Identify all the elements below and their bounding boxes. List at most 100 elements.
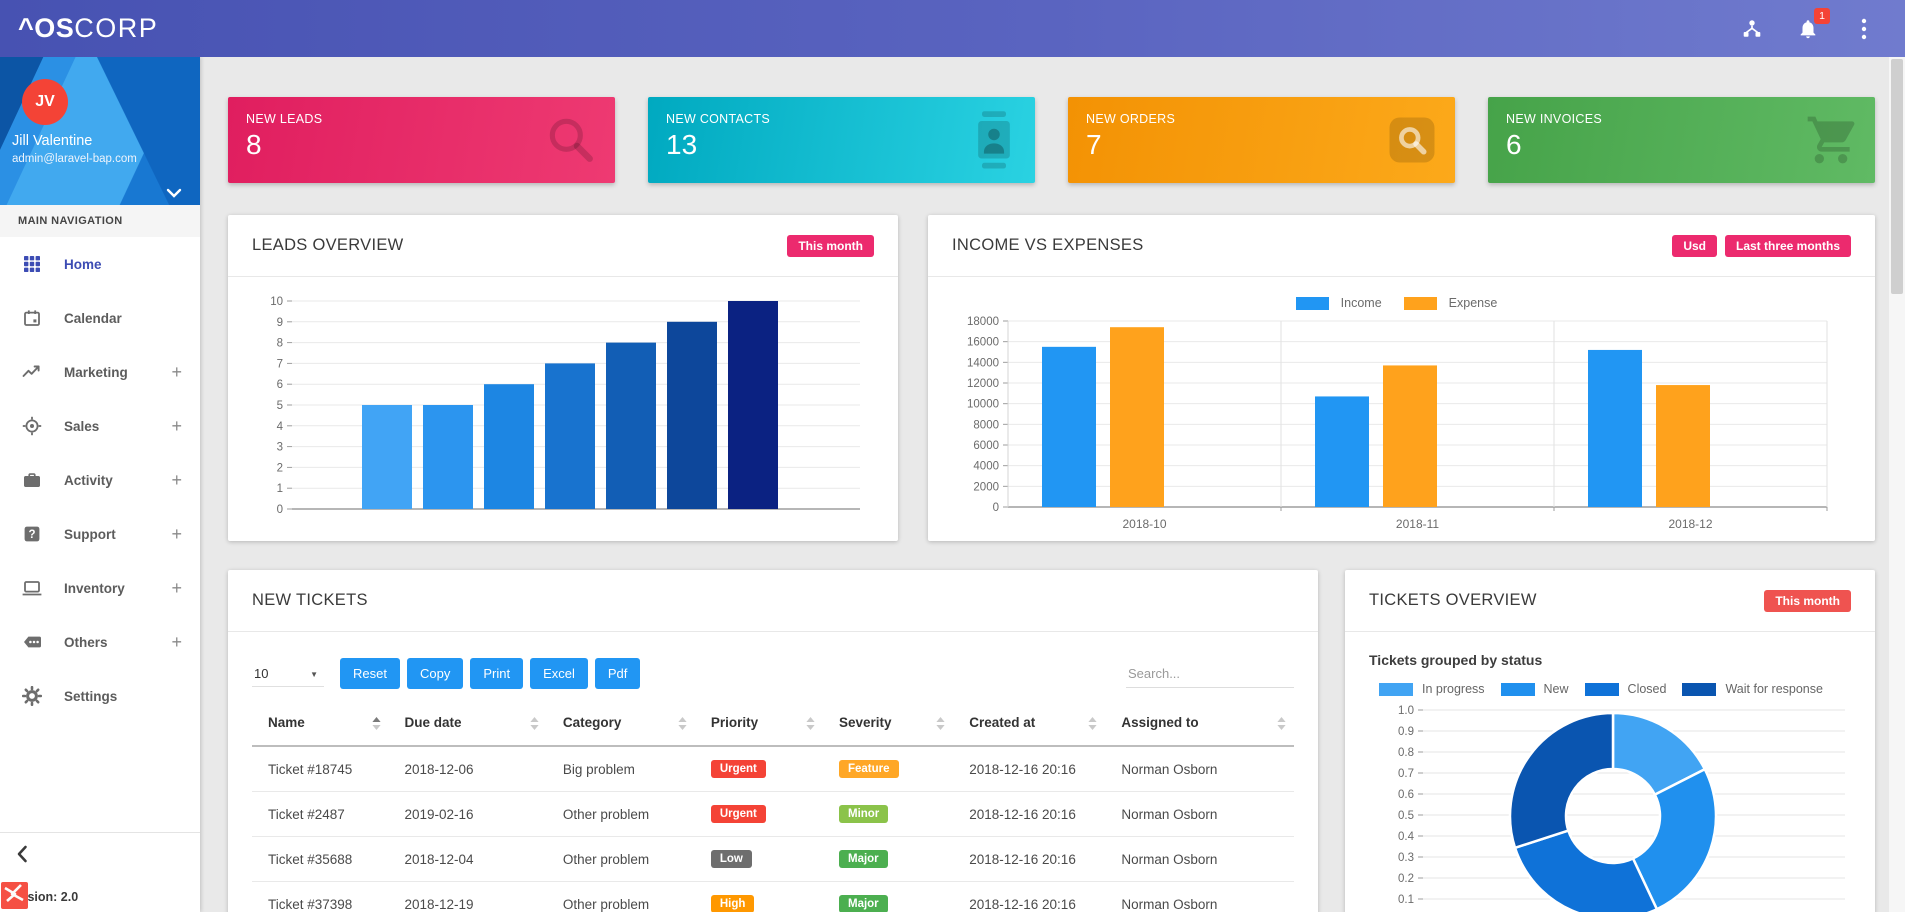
legend-swatch bbox=[1295, 296, 1329, 310]
severity-badge: Major bbox=[838, 850, 888, 868]
table-row[interactable]: Ticket #2487 2019-02-16 Other problem Urgen… bbox=[252, 791, 1294, 837]
priority-badge: High bbox=[710, 895, 755, 912]
column-header-due-date[interactable]: Due date bbox=[388, 705, 547, 747]
plus-icon: + bbox=[171, 631, 182, 652]
tickets-overview-panel: TICKETS OVERVIEW This month Tickets grou… bbox=[1345, 570, 1875, 912]
panel-body: Tickets grouped by status In progress New… bbox=[1345, 632, 1875, 912]
table-row[interactable]: Ticket #37398 2018-12-19 Other problem High… bbox=[252, 881, 1294, 912]
column-label: Priority bbox=[710, 715, 759, 730]
print-button[interactable]: Print bbox=[470, 658, 524, 689]
trending-up-icon bbox=[20, 360, 44, 384]
plus-icon: + bbox=[171, 361, 182, 382]
sidebar-item-label: Activity bbox=[64, 472, 113, 488]
svg-text:0: 0 bbox=[993, 502, 999, 514]
copy-button[interactable]: Copy bbox=[406, 658, 464, 689]
svg-text:2018-10: 2018-10 bbox=[1122, 517, 1166, 531]
severity-badge: Minor bbox=[838, 805, 889, 823]
nav-section-label: MAIN NAVIGATION bbox=[0, 205, 200, 237]
search-input[interactable] bbox=[1126, 659, 1294, 688]
column-header-category[interactable]: Category bbox=[546, 705, 695, 747]
table-row[interactable]: Ticket #35688 2018-12-04 Other problem Low M… bbox=[252, 836, 1294, 882]
sidebar-item-marketing[interactable]: Marketing + bbox=[0, 345, 200, 399]
usd-badge[interactable]: Usd bbox=[1672, 234, 1717, 257]
stat-card-new-contacts[interactable]: NEW CONTACTS 13 bbox=[648, 97, 1035, 183]
this-month-badge[interactable]: This month bbox=[1764, 589, 1851, 612]
notification-badge: 1 bbox=[1814, 7, 1830, 24]
stat-card-new-orders[interactable]: NEW ORDERS 7 bbox=[1068, 97, 1455, 183]
stat-card-new-invoices[interactable]: NEW INVOICES 6 bbox=[1488, 97, 1875, 183]
svg-text:2018-11: 2018-11 bbox=[1396, 517, 1439, 531]
stat-card-new-leads[interactable]: NEW LEADS 8 bbox=[228, 97, 615, 183]
svg-text:0.4: 0.4 bbox=[1398, 831, 1415, 843]
stat-card-value: 13 bbox=[666, 129, 698, 160]
collapse-sidebar-icon[interactable] bbox=[16, 845, 32, 863]
donut-chart-legend: In progress New Closed Wait for response bbox=[1379, 682, 1851, 696]
sidebar-item-settings[interactable]: Settings bbox=[0, 669, 200, 723]
export-buttons: Reset Copy Print Excel Pdf bbox=[340, 658, 647, 689]
column-label: Assigned to bbox=[1121, 715, 1199, 730]
sidebar-item-activity[interactable]: Activity + bbox=[0, 453, 200, 507]
svg-text:4: 4 bbox=[277, 421, 284, 433]
plus-icon: + bbox=[171, 415, 182, 436]
severity-cell: Major bbox=[822, 836, 954, 882]
sidebar-item-calendar[interactable]: Calendar bbox=[0, 291, 200, 345]
column-header-priority[interactable]: Priority bbox=[694, 705, 823, 747]
category-cell: Other problem bbox=[546, 791, 695, 837]
svg-text:2000: 2000 bbox=[973, 481, 999, 493]
page-size-select[interactable]: 10 bbox=[252, 660, 324, 687]
scrollbar-thumb[interactable] bbox=[1891, 59, 1903, 294]
sidebar-item-support[interactable]: ? Support + bbox=[0, 507, 200, 561]
chevron-down-icon[interactable] bbox=[166, 185, 186, 199]
app-logo[interactable]: ^OSCORP bbox=[18, 13, 158, 44]
legend-label: Wait for response bbox=[1725, 682, 1823, 696]
network-icon[interactable] bbox=[1739, 16, 1765, 42]
header-badges: This month bbox=[787, 234, 874, 257]
column-header-severity[interactable]: Severity bbox=[822, 705, 954, 747]
svg-text:9: 9 bbox=[277, 317, 283, 329]
column-header-name[interactable]: Name bbox=[252, 705, 389, 747]
legend-label: Closed bbox=[1627, 682, 1667, 696]
this-month-badge[interactable]: This month bbox=[787, 234, 874, 257]
sidebar-item-inventory[interactable]: Inventory + bbox=[0, 561, 200, 615]
svg-text:?: ? bbox=[28, 529, 35, 541]
sidebar-item-label: Inventory bbox=[64, 580, 125, 596]
svg-text:2018-12: 2018-12 bbox=[1668, 517, 1712, 531]
main-navigation: Home Calendar Marketing + Sales + Activity +? Su… bbox=[0, 237, 200, 723]
severity-badge: Major bbox=[838, 895, 888, 912]
legend-label: Income bbox=[1340, 296, 1382, 310]
ticket-name-cell: Ticket #35688 bbox=[252, 836, 389, 882]
svg-text:8: 8 bbox=[277, 338, 283, 350]
logo-caret: ^ bbox=[18, 13, 35, 43]
charts-row: LEADS OVERVIEW This month 0 1 2 3 4 5 6 7 8 9 10 I… bbox=[228, 215, 1875, 541]
order-search-icon bbox=[1385, 113, 1439, 167]
reset-button[interactable]: Reset bbox=[340, 658, 400, 689]
category-cell: Other problem bbox=[546, 836, 695, 882]
vertical-scrollbar[interactable] bbox=[1888, 57, 1905, 912]
sidebar-item-others[interactable]: Others + bbox=[0, 615, 200, 669]
notifications-bell-icon[interactable]: 1 bbox=[1795, 7, 1830, 42]
search-icon bbox=[543, 112, 599, 168]
user-panel[interactable]: JV Jill Valentine admin@laravel-bap.com bbox=[0, 57, 200, 205]
income-chart-legend: Income Expense bbox=[952, 291, 1851, 315]
kebab-menu-icon[interactable] bbox=[1851, 16, 1877, 42]
pdf-button[interactable]: Pdf bbox=[594, 658, 641, 689]
panel-header: TICKETS OVERVIEW This month bbox=[1345, 570, 1875, 632]
column-header-created-at[interactable]: Created at bbox=[953, 705, 1106, 747]
sidebar-item-home[interactable]: Home bbox=[0, 237, 200, 291]
legend-swatch bbox=[1584, 682, 1619, 696]
svg-text:0: 0 bbox=[277, 504, 283, 516]
tickets-status-donut-chart: 1.0 0.9 0.8 0.7 0.6 0.5 0.4 0.3 0.2 0.1 bbox=[1398, 705, 1845, 912]
assigned-to-cell: Norman Osborn bbox=[1105, 881, 1294, 912]
svg-text:0.9: 0.9 bbox=[1398, 726, 1414, 738]
sort-icon bbox=[936, 717, 945, 733]
column-header-assigned-to[interactable]: Assigned to bbox=[1105, 705, 1294, 747]
panel-title: LEADS OVERVIEW bbox=[252, 236, 404, 254]
due-date-cell: 2018-12-19 bbox=[388, 881, 547, 912]
sidebar-item-sales[interactable]: Sales + bbox=[0, 399, 200, 453]
table-row[interactable]: Ticket #18745 2018-12-06 Big problem Urgent… bbox=[252, 746, 1294, 792]
svg-text:10000: 10000 bbox=[967, 399, 999, 411]
excel-button[interactable]: Excel bbox=[530, 658, 588, 689]
priority-cell: Urgent bbox=[694, 746, 823, 792]
new-tickets-panel: NEW TICKETS 10 ▼ Reset Copy Print Excel Pdf … bbox=[228, 570, 1318, 912]
last-three-months-badge[interactable]: Last three months bbox=[1724, 234, 1851, 257]
